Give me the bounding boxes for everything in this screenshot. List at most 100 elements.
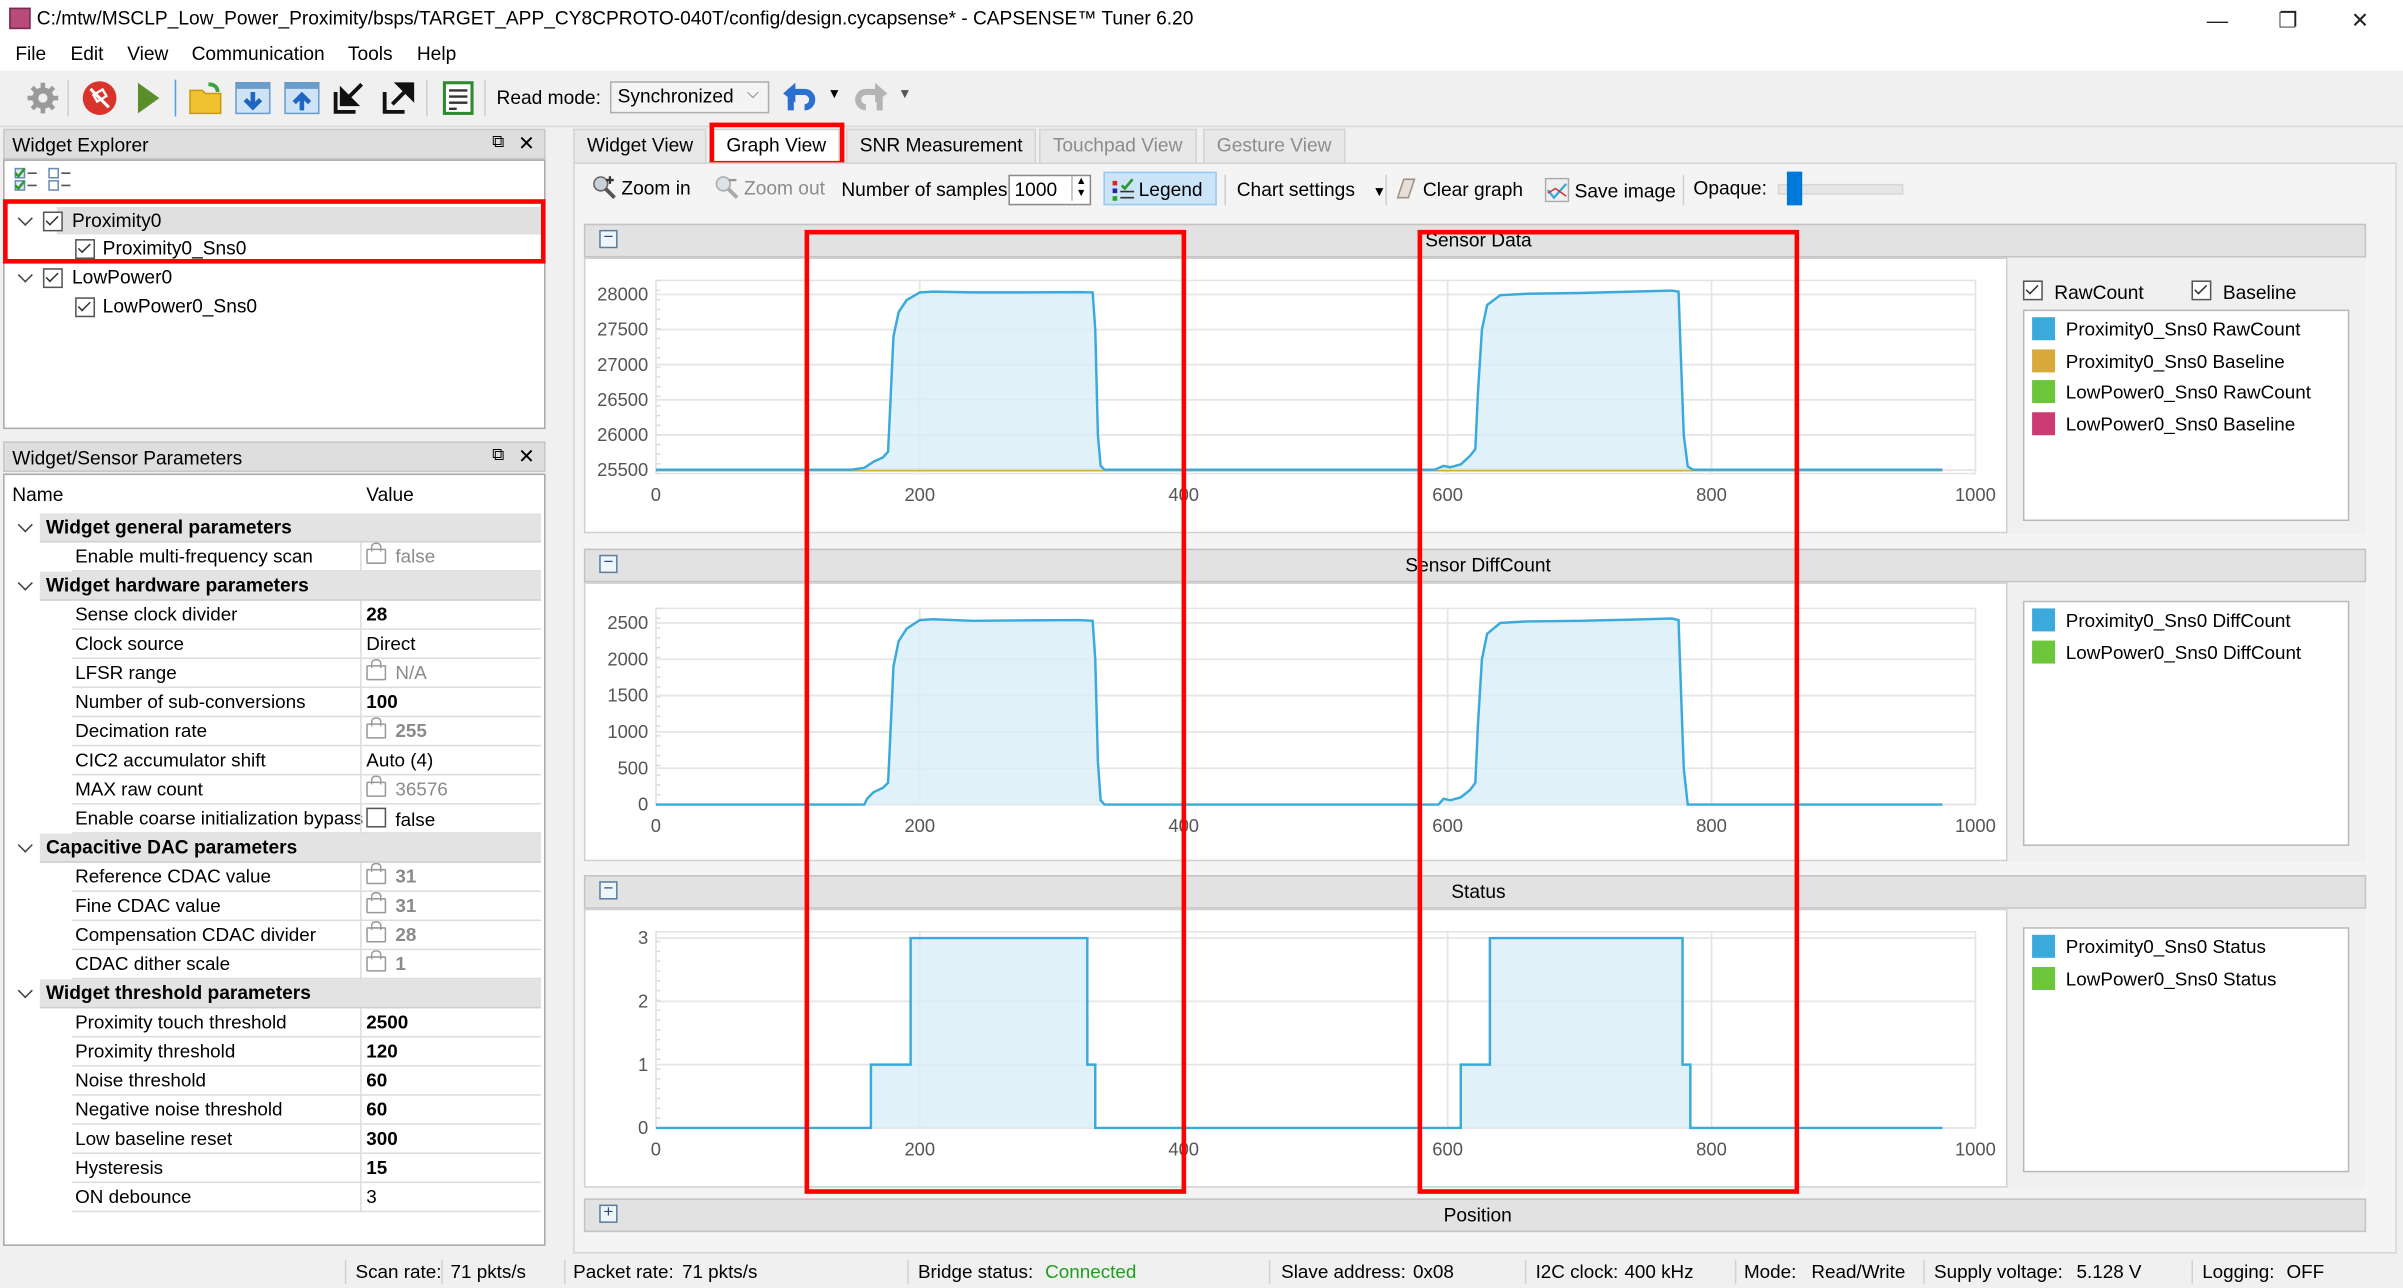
gear-icon[interactable]: [25, 80, 62, 117]
param-value-cell[interactable]: false: [366, 807, 435, 831]
legend-item[interactable]: LowPower0_Sns0 DiffCount: [2032, 639, 2301, 668]
legend-toggle-button[interactable]: Legend: [1103, 171, 1217, 206]
param-row[interactable]: Enable coarse initialization bypass fals…: [5, 804, 541, 834]
checkbox-proximity0-sns0[interactable]: [75, 239, 96, 259]
param-row[interactable]: Noise threshold 60: [5, 1066, 541, 1096]
import-icon[interactable]: [331, 80, 368, 117]
redo-dropdown-icon[interactable]: ▼: [898, 86, 912, 101]
collapse-icon[interactable]: −: [599, 229, 618, 249]
menu-tools[interactable]: Tools: [348, 43, 393, 64]
check-all-icon[interactable]: [14, 167, 39, 196]
param-group[interactable]: Widget hardware parameters: [5, 571, 541, 601]
samples-spinbox[interactable]: 1000 ▲ ▼: [1008, 174, 1092, 206]
zoom-in-button[interactable]: Zoom in: [592, 175, 691, 206]
chart-settings-button[interactable]: Chart settings ▼: [1237, 179, 1386, 210]
param-value-cell[interactable]: Direct: [366, 633, 415, 654]
column-header-value[interactable]: Value: [366, 484, 414, 505]
param-value-cell[interactable]: 3: [366, 1186, 376, 1207]
param-row[interactable]: Proximity threshold 120: [5, 1037, 541, 1067]
collapse-icon[interactable]: −: [599, 554, 618, 574]
param-row[interactable]: CIC2 accumulator shift Auto (4): [5, 746, 541, 776]
close-panel-icon[interactable]: ✕: [518, 132, 535, 157]
redo-icon[interactable]: [852, 80, 889, 117]
save-image-button[interactable]: Save image: [1544, 177, 1676, 209]
param-value-cell[interactable]: 28: [366, 604, 387, 625]
checkbox-lowpower0[interactable]: [42, 268, 63, 289]
checkbox-proximity0[interactable]: [42, 211, 63, 232]
param-value-cell[interactable]: 60: [366, 1099, 387, 1120]
opaque-slider-handle[interactable]: [1787, 171, 1803, 206]
chevron-down-icon[interactable]: [17, 837, 33, 853]
tree-item-proximity0[interactable]: Proximity0: [5, 206, 545, 235]
param-row[interactable]: Enable multi-frequency scan false: [5, 542, 541, 572]
param-group[interactable]: Capacitive DAC parameters: [5, 833, 541, 863]
restore-button[interactable]: ❐: [2265, 5, 2311, 36]
undo-icon[interactable]: [782, 80, 819, 117]
legend-item[interactable]: Proximity0_Sns0 DiffCount: [2032, 608, 2291, 636]
close-panel-icon[interactable]: ✕: [518, 444, 535, 469]
param-row[interactable]: Fine CDAC value 31: [5, 891, 541, 922]
param-row[interactable]: Decimation rate 255: [5, 717, 541, 747]
checkbox-lowpower0-sns0[interactable]: [75, 297, 96, 318]
rawcount-checkbox[interactable]: [2022, 280, 2043, 301]
param-row[interactable]: Clock source Direct: [5, 629, 541, 659]
param-row[interactable]: Compensation CDAC divider 28: [5, 921, 541, 951]
column-header-name[interactable]: Name: [12, 484, 63, 505]
chevron-down-icon[interactable]: ▼: [1373, 184, 1387, 199]
tab-widget-view[interactable]: Widget View: [573, 128, 707, 163]
menu-file[interactable]: File: [15, 43, 46, 64]
param-row[interactable]: Low baseline reset 300: [5, 1124, 541, 1154]
collapse-icon[interactable]: −: [599, 880, 618, 900]
status-section-header[interactable]: − Status: [583, 875, 2367, 909]
expand-icon[interactable]: +: [599, 1204, 618, 1223]
param-row[interactable]: Sense clock divider 28: [5, 600, 541, 630]
param-row[interactable]: MAX raw count 36576: [5, 775, 541, 805]
undo-dropdown-icon[interactable]: ▼: [828, 86, 842, 101]
param-row[interactable]: CDAC dither scale 1: [5, 950, 541, 980]
rawcount-filter[interactable]: RawCount: [2022, 280, 2144, 303]
legend-item[interactable]: LowPower0_Sns0 RawCount: [2032, 380, 2311, 408]
param-row[interactable]: Reference CDAC value 31: [5, 862, 541, 892]
param-row[interactable]: Negative noise threshold 60: [5, 1095, 541, 1125]
param-row[interactable]: Proximity touch threshold 2500: [5, 1008, 541, 1038]
float-panel-icon[interactable]: ⧉: [492, 446, 504, 466]
menu-view[interactable]: View: [127, 43, 168, 64]
tree-item-lowpower0[interactable]: LowPower0: [5, 264, 544, 292]
chevron-down-icon[interactable]: [17, 210, 33, 226]
sensor-data-section-header[interactable]: − Sensor Data: [583, 223, 2367, 258]
param-value-cell[interactable]: 60: [366, 1070, 387, 1091]
close-button[interactable]: ✕: [2337, 5, 2383, 36]
write-to-device-icon[interactable]: [284, 80, 321, 117]
param-row[interactable]: Hysteresis 15: [5, 1153, 541, 1184]
param-value-cell[interactable]: 120: [366, 1041, 397, 1062]
param-row[interactable]: Number of sub-conversions 100: [5, 688, 541, 718]
diffcount-section-header[interactable]: − Sensor DiffCount: [583, 548, 2367, 583]
disconnect-icon[interactable]: [81, 80, 118, 117]
param-group[interactable]: Widget threshold parameters: [5, 979, 541, 1009]
param-checkbox[interactable]: [366, 807, 387, 828]
menu-communication[interactable]: Communication: [192, 43, 325, 64]
legend-item[interactable]: Proximity0_Sns0 Baseline: [2032, 348, 2285, 377]
tree-item-proximity0-sns0[interactable]: Proximity0_Sns0: [5, 234, 544, 262]
log-icon[interactable]: [440, 80, 477, 117]
open-folder-icon[interactable]: [187, 80, 224, 117]
baseline-checkbox[interactable]: [2191, 280, 2212, 301]
chevron-down-icon[interactable]: [17, 267, 33, 283]
position-section-header[interactable]: + Position: [583, 1198, 2367, 1233]
param-value-cell[interactable]: 300: [366, 1128, 397, 1149]
menu-edit[interactable]: Edit: [70, 43, 103, 64]
legend-item[interactable]: LowPower0_Sns0 Baseline: [2032, 411, 2295, 439]
start-icon[interactable]: [129, 80, 166, 117]
legend-item[interactable]: Proximity0_Sns0 Status: [2032, 934, 2266, 963]
chevron-down-icon[interactable]: [17, 983, 33, 999]
clear-graph-button[interactable]: Clear graph: [1396, 178, 1523, 209]
spin-arrows-icon[interactable]: ▲ ▼: [1071, 176, 1087, 201]
param-group[interactable]: Widget general parameters: [5, 513, 541, 543]
tab-snr-measurement[interactable]: SNR Measurement: [845, 128, 1037, 163]
param-value-cell[interactable]: 100: [366, 691, 397, 712]
chevron-down-icon[interactable]: [17, 517, 33, 533]
legend-item[interactable]: LowPower0_Sns0 Status: [2032, 966, 2276, 994]
param-row[interactable]: LFSR range N/A: [5, 658, 541, 689]
baseline-filter[interactable]: Baseline: [2191, 280, 2296, 303]
menu-help[interactable]: Help: [417, 43, 456, 64]
